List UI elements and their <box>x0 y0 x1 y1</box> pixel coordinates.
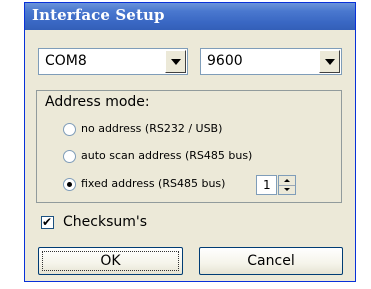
ok-button-label: OK <box>100 253 121 269</box>
window-title: Interface Setup <box>32 6 165 24</box>
check-icon: ✔ <box>42 215 53 229</box>
fixed-address-input[interactable]: 1 <box>256 175 277 195</box>
fixed-address-spinner[interactable] <box>278 175 296 195</box>
radio-no-address-label[interactable]: no address (RS232 / USB) <box>81 122 222 135</box>
interface-setup-dialog: Interface Setup COM8 9600 Address mode: … <box>24 2 356 282</box>
ok-button[interactable]: OK <box>38 247 183 275</box>
baud-combo-value: 9600 <box>207 53 243 69</box>
spin-down-icon[interactable] <box>279 185 295 194</box>
radio-no-address[interactable] <box>63 123 76 136</box>
radio-fixed-address[interactable] <box>63 178 76 191</box>
address-mode-title: Address mode: <box>45 94 150 110</box>
radio-fixed-address-label[interactable]: fixed address (RS485 bus) <box>81 177 225 190</box>
radio-auto-scan[interactable] <box>63 150 76 163</box>
title-bar[interactable]: Interface Setup <box>25 3 355 30</box>
checksum-label[interactable]: Checksum's <box>63 214 147 230</box>
cancel-button[interactable]: Cancel <box>199 247 343 275</box>
chevron-down-icon[interactable] <box>165 50 186 73</box>
port-combo-value: COM8 <box>45 53 87 69</box>
chevron-down-icon[interactable] <box>319 50 340 73</box>
fixed-address-value: 1 <box>263 178 271 192</box>
radio-auto-scan-label[interactable]: auto scan address (RS485 bus) <box>81 149 252 162</box>
checksum-checkbox[interactable]: ✔ <box>41 215 54 229</box>
baud-combo[interactable]: 9600 <box>200 48 342 75</box>
cancel-button-label: Cancel <box>247 253 295 269</box>
port-combo[interactable]: COM8 <box>38 48 188 75</box>
